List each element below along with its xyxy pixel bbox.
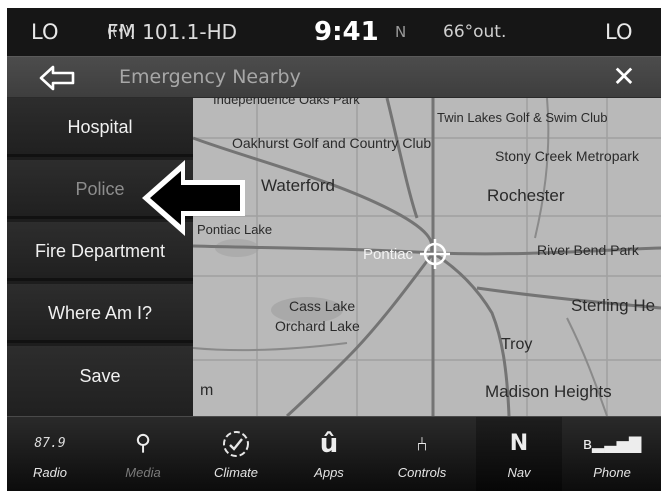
nav-phone[interactable]: ʙ▂▃▅▇ Phone bbox=[573, 417, 651, 491]
map-label: Twin Lakes Golf & Swim Club bbox=[437, 110, 608, 125]
station-label: FM 101.1-HD bbox=[107, 20, 238, 44]
map-label: Pontiac bbox=[363, 246, 414, 263]
map-label: Orchard Lake bbox=[275, 318, 360, 334]
map-label: Troy bbox=[501, 336, 533, 353]
emergency-menu: Hospital Police Fire Department Where Am… bbox=[7, 98, 193, 416]
page-title: Emergency Nearby bbox=[119, 66, 301, 88]
map-label: m bbox=[200, 382, 214, 399]
nav-radio[interactable]: 87.9 Radio bbox=[11, 417, 89, 491]
status-bar: LO ((•)) FM 101.1-HD 9:41 N 66°out. LO bbox=[7, 8, 661, 56]
close-icon: ✕ bbox=[612, 60, 636, 93]
map-label: Stony Creek Metropark bbox=[495, 148, 639, 164]
nav-label: Apps bbox=[314, 465, 344, 480]
bottom-nav-bar: 87.9 Radio ⚲ Media Climate û Apps ⑃ Cont… bbox=[7, 416, 661, 491]
controls-seat-icon: ⑃ bbox=[416, 432, 428, 456]
map-label: Rochester bbox=[487, 186, 565, 205]
nav-nav[interactable]: N Nav bbox=[476, 417, 562, 491]
nav-media[interactable]: ⚲ Media bbox=[104, 417, 182, 491]
save-button[interactable]: Save bbox=[7, 346, 193, 416]
infotainment-screen: LO ((•)) FM 101.1-HD 9:41 N 66°out. LO Em… bbox=[7, 8, 661, 491]
climate-fan-icon bbox=[197, 427, 275, 461]
map-label: Waterford bbox=[261, 176, 336, 195]
apps-icon: û bbox=[319, 429, 339, 459]
radio-frequency-icon: 87.9 bbox=[34, 436, 66, 451]
nav-controls[interactable]: ⑃ Controls bbox=[383, 417, 461, 491]
nav-label: Media bbox=[125, 465, 161, 480]
outside-temperature: 66°out. bbox=[443, 22, 507, 42]
nav-label: Controls bbox=[397, 465, 447, 480]
nav-label: Phone bbox=[593, 465, 631, 480]
map-label: Cass Lake bbox=[289, 298, 356, 314]
back-button[interactable] bbox=[35, 62, 79, 94]
map-label: Independence Oaks Park bbox=[213, 98, 360, 107]
clock: 9:41 bbox=[314, 17, 379, 47]
nav-label: Climate bbox=[213, 465, 259, 480]
usb-icon: ⚲ bbox=[134, 431, 152, 456]
compass-nav-icon: N bbox=[509, 431, 529, 456]
passenger-temp[interactable]: LO bbox=[605, 8, 632, 56]
map-label: Sterling He bbox=[571, 296, 656, 315]
map-label: Madison Heights bbox=[485, 382, 612, 401]
map-label: River Bend Park bbox=[537, 242, 639, 258]
nav-climate[interactable]: Climate bbox=[197, 417, 275, 491]
compass-heading: N bbox=[395, 23, 407, 41]
nav-apps[interactable]: û Apps bbox=[290, 417, 368, 491]
back-arrow-icon bbox=[39, 65, 75, 91]
driver-temp[interactable]: LO bbox=[31, 8, 58, 56]
current-location-crosshair-icon bbox=[420, 239, 450, 269]
phone-bluetooth-signal-icon: ʙ▂▃▅▇ bbox=[582, 434, 642, 453]
nav-label: Radio bbox=[33, 465, 67, 480]
pointer-arrow-icon bbox=[142, 160, 245, 236]
close-button[interactable]: ✕ bbox=[605, 59, 643, 95]
title-bar: Emergency Nearby ✕ bbox=[7, 56, 661, 98]
nav-label: Nav bbox=[507, 465, 531, 480]
where-am-i-button[interactable]: Where Am I? bbox=[7, 284, 193, 343]
hospital-button[interactable]: Hospital bbox=[7, 98, 193, 157]
map-label: Oakhurst Golf and Country Club bbox=[232, 135, 432, 151]
